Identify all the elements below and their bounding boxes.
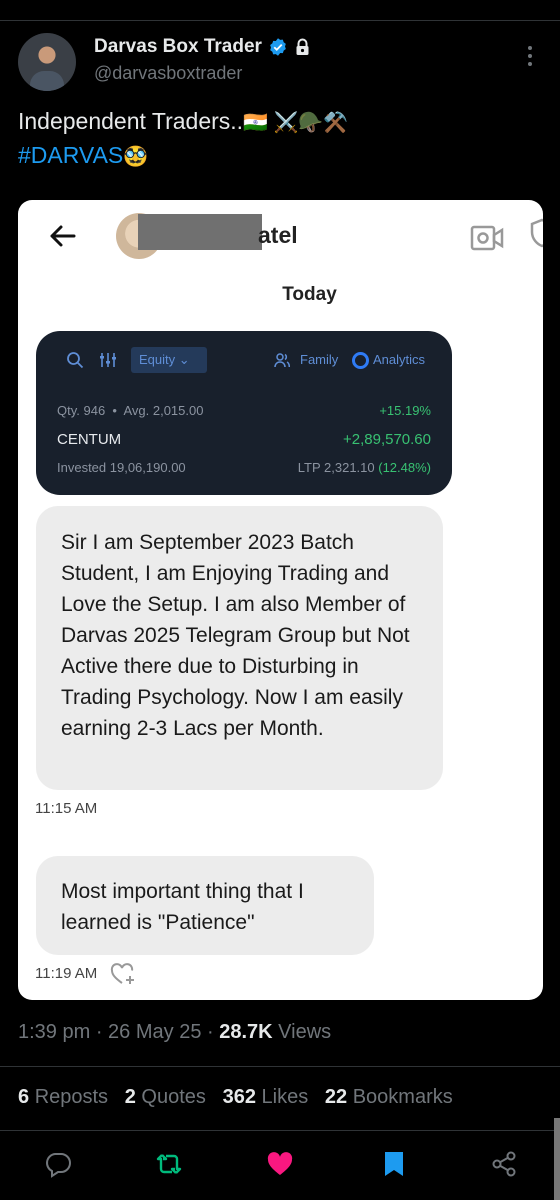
hashtag-emoji: 🥸	[123, 146, 149, 168]
likes-label: Likes	[261, 1086, 309, 1108]
analytics-label: Analytics	[373, 352, 426, 367]
qty-text: Qty. 946	[57, 403, 106, 418]
tweet-text: Independent Traders..🇮🇳 ⚔️🪖⚒️	[18, 108, 348, 135]
bookmarks-stat[interactable]: 22 Bookmarks	[325, 1086, 453, 1108]
message-bubble-1: Sir I am September 2023 Batch Student, I…	[36, 506, 443, 790]
message-bubble-2: Most important thing that I learned is "…	[36, 856, 374, 955]
divider	[0, 1130, 560, 1131]
filter-sliders-icon	[100, 353, 116, 367]
engagement-stats: 6 Reposts 2 Quotes 362 Likes 22 Bookmark…	[18, 1086, 453, 1109]
tweet-media-image[interactable]: atel Today Equity ⌄ Family Analytics Qty…	[18, 200, 543, 1000]
verified-badge-icon	[270, 38, 286, 56]
share-icon[interactable]	[490, 1150, 518, 1178]
tweet-text-line1: Independent Traders..	[18, 108, 244, 134]
day-separator: Today	[282, 284, 337, 305]
message-1-time: 11:15 AM	[35, 800, 98, 817]
chevron-down-icon: ⌄	[178, 352, 190, 367]
bookmarks-count: 22	[324, 1086, 348, 1108]
portfolio-screenshot: Equity ⌄ Family Analytics Qty. 946 • Avg…	[36, 331, 452, 495]
contact-name: atel	[258, 222, 298, 248]
shield-icon	[530, 218, 543, 248]
avg-text: Avg. 2,015.00	[123, 403, 204, 418]
reply-icon[interactable]	[44, 1150, 72, 1178]
author-name[interactable]: Darvas Box Trader	[94, 36, 262, 58]
analytics-icon	[352, 352, 369, 369]
divider	[0, 1066, 560, 1067]
lock-icon	[296, 38, 309, 55]
quotes-stat[interactable]: 2 Quotes	[125, 1086, 206, 1108]
tweet-time[interactable]: 1:39 pm	[18, 1021, 90, 1043]
ltp-change: (12.48%)	[378, 460, 431, 475]
author-handle[interactable]: @darvasboxtrader	[94, 63, 242, 84]
views-label: Views	[278, 1021, 332, 1043]
search-icon	[67, 352, 84, 369]
equity-dropdown: Equity ⌄	[131, 347, 207, 373]
quotes-count: 2	[124, 1086, 136, 1108]
more-options-icon[interactable]	[522, 44, 538, 68]
message-1-text: Sir I am September 2023 Batch Student, I…	[61, 531, 410, 740]
hashtag-link[interactable]: #DARVAS	[18, 142, 123, 168]
repost-icon[interactable]	[155, 1150, 183, 1178]
message-2-time: 11:19 AM	[35, 965, 98, 982]
equity-label: Equity	[139, 352, 176, 367]
pct-change: +15.19%	[379, 403, 431, 418]
tweet-emoji: 🇮🇳 ⚔️🪖⚒️	[243, 112, 349, 134]
react-heart-plus-icon	[110, 963, 134, 984]
reposts-label: Reposts	[34, 1086, 109, 1108]
family-label: Family	[300, 352, 339, 367]
reposts-stat[interactable]: 6 Reposts	[18, 1086, 108, 1108]
tweet-metadata: 1:39 pm · 26 May 25 · 28.7K Views	[18, 1021, 332, 1043]
bookmark-icon[interactable]	[380, 1150, 408, 1178]
video-call-icon	[470, 225, 504, 251]
back-arrow-icon	[50, 225, 76, 247]
ltp-line: LTP 2,321.10 (12.48%)	[298, 460, 431, 475]
views-count: 28.7K	[219, 1021, 273, 1043]
likes-stat[interactable]: 362 Likes	[223, 1086, 309, 1108]
likes-count: 362	[222, 1086, 256, 1108]
tweet-hashtag-line: #DARVAS🥸	[18, 142, 148, 169]
profit-loss: +2,89,570.60	[342, 431, 431, 448]
scrollbar[interactable]	[554, 1118, 560, 1200]
family-icon	[274, 353, 290, 368]
author-name-row: Darvas Box Trader	[94, 36, 311, 58]
ltp-text: LTP 2,321.10	[297, 460, 375, 475]
redacted-name-box	[138, 214, 262, 250]
top-divider	[0, 20, 560, 21]
tweet-date[interactable]: 26 May 25	[108, 1021, 201, 1043]
message-2-text: Most important thing that I learned is "…	[61, 880, 304, 934]
reposts-count: 6	[18, 1086, 30, 1108]
qty-avg-line: Qty. 946 • Avg. 2,015.00	[57, 403, 204, 418]
like-heart-icon[interactable]	[266, 1150, 294, 1178]
stock-symbol: CENTUM	[57, 431, 122, 448]
quotes-label: Quotes	[141, 1086, 206, 1108]
bookmarks-label: Bookmarks	[352, 1086, 453, 1108]
invested-amount: Invested 19,06,190.00	[57, 460, 186, 475]
author-avatar[interactable]	[18, 33, 76, 91]
